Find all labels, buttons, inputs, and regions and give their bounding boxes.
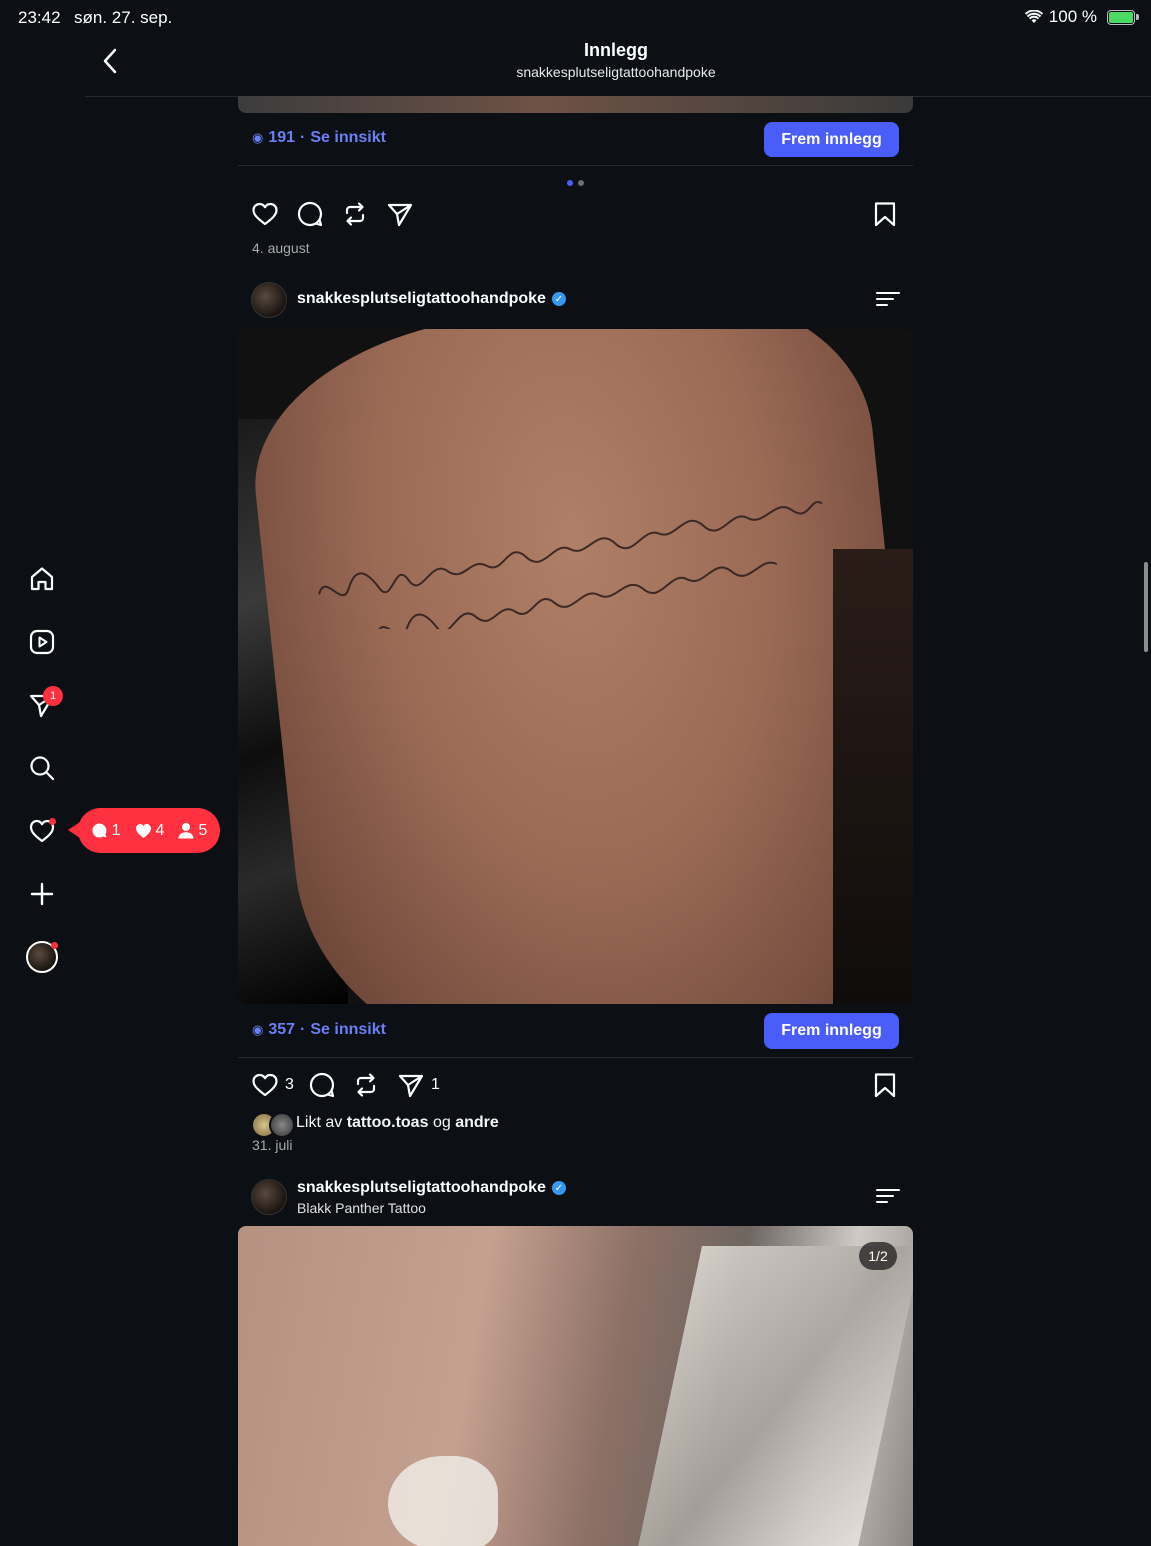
notification-pill[interactable]: 1 4 5 — [78, 808, 220, 853]
nav-notifications[interactable] — [22, 811, 62, 851]
post2-date: 31. juli — [252, 1137, 293, 1153]
nav-home[interactable] — [22, 559, 62, 599]
heart-icon — [252, 202, 278, 226]
post2-share-button[interactable]: 1 — [397, 1071, 440, 1099]
verified-icon: ✓ — [551, 1181, 566, 1195]
comments-count: 1 — [91, 822, 121, 840]
post1-date: 4. august — [252, 240, 310, 256]
comment-icon — [309, 1072, 335, 1098]
post2-options-button[interactable] — [875, 289, 901, 309]
profile-dot — [51, 942, 58, 949]
post2-share-count: 1 — [431, 1076, 440, 1093]
post3-username: snakkesplutseligtattoohandpoke — [297, 1179, 546, 1196]
page-title: Innlegg — [584, 40, 648, 60]
post3-photo[interactable]: 1/2 — [238, 1226, 913, 1546]
wifi-icon — [1024, 10, 1043, 23]
post3-username-link[interactable]: snakkesplutseligtattoohandpoke ✓ — [297, 1179, 566, 1197]
post2-comment-button[interactable] — [308, 1071, 336, 1099]
eye-icon: ◉ — [252, 130, 264, 145]
post1-share-button[interactable] — [386, 200, 414, 228]
media-counter: 1/2 — [859, 1242, 897, 1270]
battery-icon — [1107, 9, 1139, 25]
post2-views: 357 — [268, 1021, 296, 1038]
post2-avatar[interactable] — [251, 282, 287, 318]
page-subtitle: snakkesplutseligtattoohandpoke — [516, 64, 716, 80]
post2-save-button[interactable] — [871, 1071, 899, 1099]
post2-photo[interactable] — [238, 329, 913, 1004]
heart-filled-icon — [135, 823, 151, 838]
nav-reels[interactable] — [22, 622, 62, 662]
post2-liker-avatars[interactable] — [251, 1112, 295, 1138]
scrollbar[interactable] — [1144, 562, 1148, 652]
post1-insight-label: Se innsikt — [310, 129, 386, 146]
post3-location[interactable]: Blakk Panther Tattoo — [297, 1200, 426, 1216]
verified-icon: ✓ — [551, 292, 566, 306]
other-likers-link[interactable]: andre — [455, 1114, 499, 1131]
plus-icon — [30, 882, 54, 906]
status-indicators: 100 % — [1024, 7, 1139, 27]
follows-count: 5 — [178, 822, 207, 840]
post2-insights-link[interactable]: ◉ 357 · Se innsikt — [252, 1021, 386, 1039]
home-icon — [30, 567, 54, 591]
post2-like-count: 3 — [285, 1076, 294, 1093]
post2-divider — [238, 1057, 913, 1058]
comment-icon — [297, 201, 323, 227]
carousel-dot-active — [567, 180, 573, 186]
bookmark-icon — [874, 202, 896, 227]
post3-options-button[interactable] — [875, 1186, 901, 1206]
share-icon — [398, 1074, 424, 1098]
liker-avatar — [269, 1112, 295, 1138]
post1-repost-button[interactable] — [341, 200, 369, 228]
post2-like-button[interactable]: 3 — [251, 1071, 294, 1099]
nav-create[interactable] — [22, 874, 62, 914]
liker-username-link[interactable]: tattoo.toas — [347, 1114, 429, 1131]
notification-dot — [49, 818, 56, 825]
carousel-dot — [578, 180, 584, 186]
direct-badge: 1 — [43, 686, 63, 706]
status-time: 23:42 — [18, 8, 61, 27]
reels-icon — [29, 629, 55, 655]
heart-icon — [252, 1073, 278, 1097]
post2-promote-button[interactable]: Frem innlegg — [764, 1013, 899, 1049]
menu-lines-icon — [876, 1189, 900, 1203]
post1-divider — [238, 165, 913, 166]
share-icon — [387, 203, 413, 227]
post1-comment-button[interactable] — [296, 200, 324, 228]
bookmark-icon — [874, 1073, 896, 1098]
post2-repost-button[interactable] — [352, 1071, 380, 1099]
menu-lines-icon — [876, 292, 900, 306]
post2-liked-by: Likt av tattoo.toas og andre — [296, 1114, 499, 1131]
post1-like-button[interactable] — [251, 200, 279, 228]
status-date: søn. 27. sep. — [74, 8, 173, 27]
post2-username-link[interactable]: snakkesplutseligtattoohandpoke ✓ — [297, 290, 566, 308]
person-icon — [178, 823, 194, 839]
comment-icon — [92, 823, 107, 838]
post1-media[interactable] — [238, 96, 913, 113]
repost-icon — [356, 1073, 376, 1097]
post2-username: snakkesplutseligtattoohandpoke — [297, 290, 546, 307]
post1-promote-button[interactable]: Frem innlegg — [764, 122, 899, 157]
post3-avatar[interactable] — [251, 1179, 287, 1215]
post1-insights-link[interactable]: ◉ 191 · Se innsikt — [252, 129, 386, 147]
post2-insight-label: Se innsikt — [310, 1021, 386, 1038]
tattoo-script — [318, 501, 823, 629]
post1-save-button[interactable] — [871, 200, 899, 228]
nav-search[interactable] — [22, 748, 62, 788]
eye-icon: ◉ — [252, 1022, 264, 1037]
post1-views: 191 — [268, 129, 296, 146]
repost-icon — [345, 202, 365, 226]
battery-percent: 100 % — [1048, 7, 1097, 26]
search-icon — [30, 756, 55, 781]
likes-count: 4 — [135, 822, 164, 840]
